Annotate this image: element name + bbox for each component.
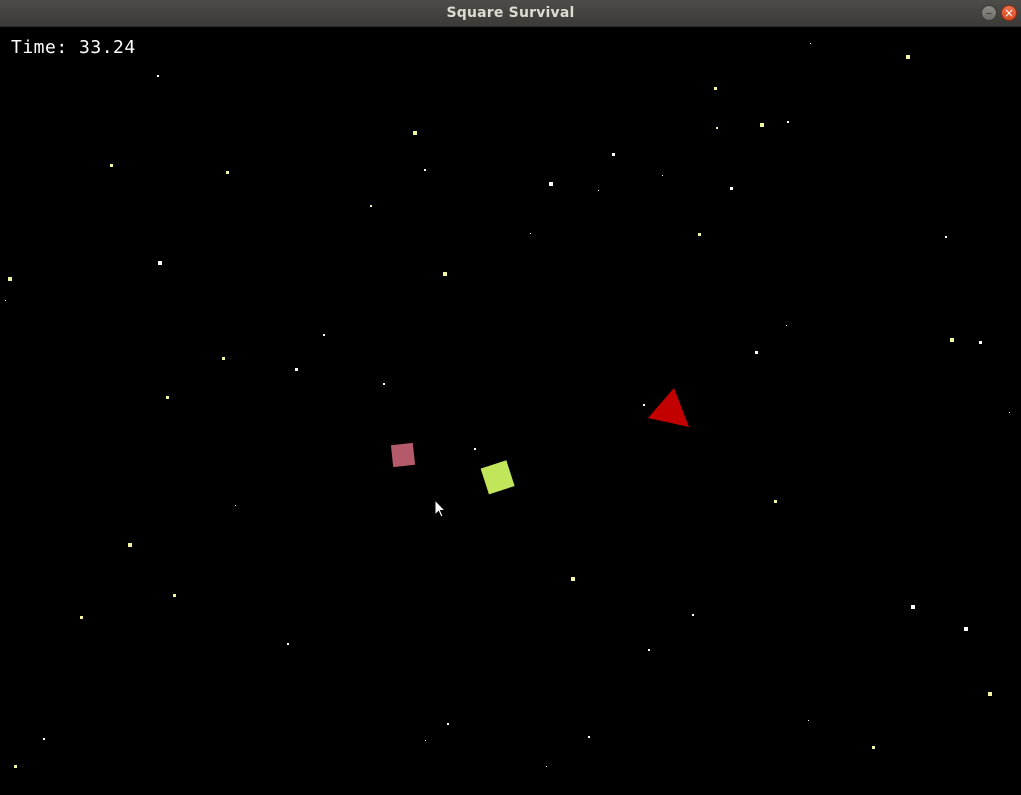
star bbox=[571, 577, 575, 581]
star bbox=[810, 43, 811, 44]
star bbox=[911, 605, 915, 609]
star bbox=[80, 616, 83, 619]
star bbox=[158, 261, 162, 265]
star bbox=[988, 692, 992, 696]
star bbox=[166, 396, 169, 399]
star bbox=[222, 357, 225, 360]
star bbox=[698, 233, 701, 236]
star bbox=[588, 736, 590, 738]
time-value: 33.24 bbox=[79, 37, 136, 58]
star bbox=[8, 277, 12, 281]
star bbox=[157, 75, 159, 77]
star bbox=[950, 338, 954, 342]
star bbox=[443, 272, 447, 276]
star bbox=[1009, 412, 1010, 413]
star bbox=[287, 643, 289, 645]
star bbox=[474, 448, 476, 450]
player-square bbox=[480, 460, 515, 495]
star bbox=[295, 368, 298, 371]
star bbox=[730, 187, 733, 190]
star bbox=[598, 190, 599, 191]
game-canvas[interactable]: Time: 33.24 bbox=[0, 28, 1021, 795]
star bbox=[787, 121, 789, 123]
star bbox=[643, 404, 645, 406]
star bbox=[323, 334, 325, 336]
star bbox=[235, 505, 236, 506]
enemy-triangle bbox=[648, 388, 689, 427]
star bbox=[128, 543, 132, 547]
star bbox=[530, 233, 531, 234]
title-bar[interactable]: Square Survival – × bbox=[0, 0, 1021, 27]
star bbox=[5, 300, 6, 301]
starfield bbox=[5, 43, 1010, 768]
star bbox=[383, 383, 385, 385]
enemy-square bbox=[390, 442, 416, 468]
star bbox=[226, 171, 229, 174]
star bbox=[692, 614, 694, 616]
star bbox=[110, 164, 113, 167]
star bbox=[648, 649, 650, 651]
arrow-cursor-icon bbox=[434, 498, 447, 518]
minimize-icon: – bbox=[986, 6, 992, 20]
star bbox=[906, 55, 910, 59]
star bbox=[413, 131, 417, 135]
star bbox=[774, 500, 777, 503]
star bbox=[662, 175, 663, 176]
star bbox=[546, 766, 547, 767]
close-button[interactable]: × bbox=[1001, 5, 1017, 21]
star bbox=[760, 123, 764, 127]
time-label: Time: bbox=[11, 37, 68, 58]
star bbox=[945, 236, 947, 238]
star bbox=[612, 153, 615, 156]
star bbox=[716, 127, 718, 129]
star bbox=[43, 738, 45, 740]
star bbox=[786, 325, 787, 326]
star bbox=[808, 720, 809, 721]
star bbox=[447, 723, 449, 725]
window-title: Square Survival bbox=[446, 5, 575, 21]
star bbox=[872, 746, 875, 749]
game-stage bbox=[5, 43, 1010, 768]
star bbox=[370, 205, 372, 207]
star bbox=[964, 627, 968, 631]
minimize-button[interactable]: – bbox=[981, 5, 997, 21]
star bbox=[424, 169, 426, 171]
game-window: Square Survival – × Time: 33.24 bbox=[0, 0, 1021, 795]
star bbox=[549, 182, 553, 186]
star bbox=[979, 341, 982, 344]
close-icon: × bbox=[1003, 6, 1015, 20]
star bbox=[14, 765, 17, 768]
star bbox=[755, 351, 758, 354]
star bbox=[425, 740, 426, 741]
time-display: Time: 33.24 bbox=[11, 37, 136, 58]
star bbox=[714, 87, 717, 90]
star bbox=[173, 594, 176, 597]
